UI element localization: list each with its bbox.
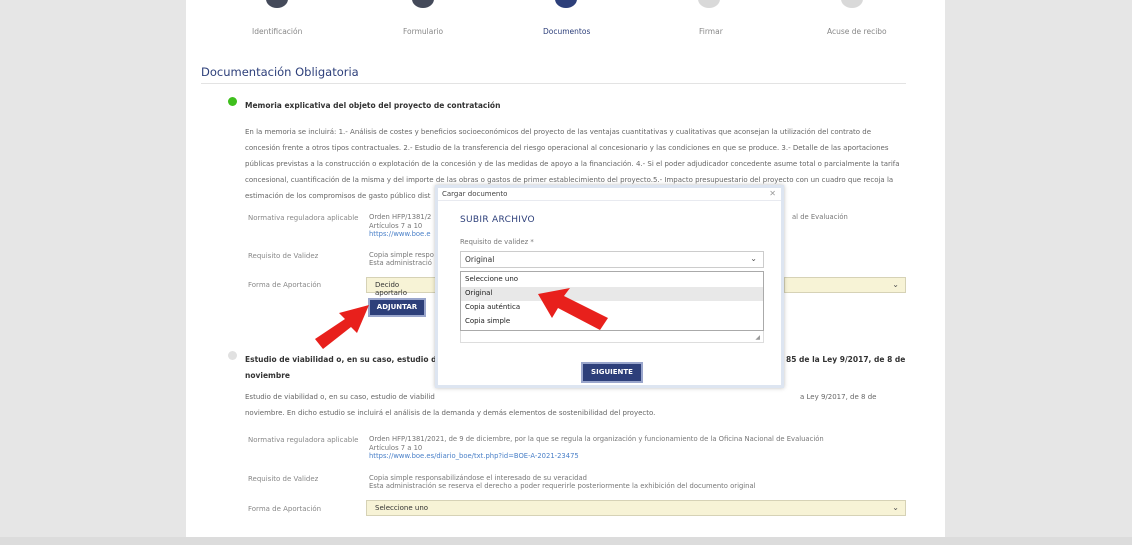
- doc1-forma-label: Forma de Aportación: [248, 281, 322, 289]
- doc1-forma-value: Decido aportarlo: [375, 281, 408, 297]
- adjuntar-button[interactable]: ADJUNTAR: [368, 298, 426, 317]
- siguiente-button[interactable]: SIGUIENTE: [581, 362, 643, 383]
- doc1-requisito-label: Requisito de Validez: [248, 252, 319, 260]
- doc2-normativa-link[interactable]: https://www.boe.es/diario_boe/txt.php?id…: [369, 452, 579, 461]
- step-label-firmar: Firmar: [699, 27, 723, 36]
- doc2-title-left: Estudio de viabilidad o, en su caso, est…: [245, 355, 465, 364]
- doc1-normativa-label: Normativa reguladora aplicable: [248, 214, 359, 222]
- doc2-forma-label: Forma de Aportación: [248, 505, 322, 513]
- chevron-down-icon: ⌄: [892, 503, 899, 512]
- doc2-description-line1: Estudio de viabilidad o, en su caso, est…: [245, 393, 435, 401]
- right-margin: [945, 0, 1132, 545]
- doc2-normativa-label: Normativa reguladora aplicable: [248, 436, 359, 444]
- requisito-validez-select[interactable]: Original ⌄: [460, 251, 764, 268]
- doc2-normativa-value: Orden HFP/1381/2021, de 9 de diciembre, …: [369, 435, 824, 443]
- file-drop-area[interactable]: ◢: [460, 331, 764, 343]
- requisito-validez-label: Requisito de validez *: [460, 238, 534, 246]
- requisito-validez-value: Original: [465, 255, 495, 264]
- modal-header: Cargar documento ✕: [438, 188, 781, 201]
- dropdown-option-copia-simple[interactable]: Copia simple: [461, 315, 763, 329]
- doc1-title: Memoria explicativa del objeto del proye…: [245, 101, 501, 110]
- left-margin: [0, 0, 186, 545]
- close-icon[interactable]: ✕: [769, 189, 776, 198]
- requisito-validez-dropdown: Seleccione uno Original Copia auténtica …: [460, 271, 764, 331]
- modal-header-title: Cargar documento: [442, 190, 508, 198]
- chevron-down-icon: ⌄: [750, 254, 757, 263]
- doc2-title-right: 85 de la Ley 9/2017, de 8 de: [786, 355, 906, 364]
- doc2-forma-value: Seleccione uno: [375, 504, 429, 512]
- step-label-acuse: Acuse de recibo: [827, 27, 887, 36]
- step-label-documentos: Documentos: [543, 27, 591, 36]
- section-title: Documentación Obligatoria: [201, 65, 359, 79]
- doc1-normativa-link[interactable]: https://www.boe.e: [369, 230, 431, 239]
- upload-modal: Cargar documento ✕ SUBIR ARCHIVO Requisi…: [435, 185, 784, 388]
- doc2-requisito-line2: Esta administración se reserva el derech…: [369, 482, 756, 490]
- doc1-normativa-tail: al de Evaluación: [792, 213, 848, 221]
- doc2-requisito-label: Requisito de Validez: [248, 475, 319, 483]
- dropdown-option-seleccione[interactable]: Seleccione uno: [461, 273, 763, 287]
- modal-title: SUBIR ARCHIVO: [460, 215, 535, 225]
- step-label-identificacion: Identificación: [252, 27, 303, 36]
- doc2-title-line2: noviembre: [245, 371, 291, 380]
- doc1-forma-select[interactable]: Decido aportarlo: [366, 277, 436, 297]
- doc1-forma-select-right[interactable]: ⌄: [784, 277, 906, 293]
- dropdown-option-copia-autentica[interactable]: Copia auténtica: [461, 301, 763, 315]
- chevron-down-icon: ⌄: [892, 280, 899, 289]
- bottom-strip: [0, 537, 1132, 545]
- doc2-forma-select[interactable]: Seleccione uno ⌄: [366, 500, 906, 516]
- red-arrow-icon: [538, 288, 608, 330]
- status-pending-icon: [228, 351, 237, 360]
- red-arrow-icon: [315, 305, 369, 349]
- doc2-description-line2: noviembre. En dicho estudio se incluirá …: [245, 409, 656, 417]
- title-divider: [201, 83, 906, 84]
- doc1-requisito-line2: Esta administració: [369, 259, 432, 267]
- doc1-normativa-value: Orden HFP/1381/2: [369, 213, 432, 221]
- doc2-description-tail: a Ley 9/2017, de 8 de: [800, 393, 877, 401]
- status-complete-icon: [228, 97, 237, 106]
- step-label-formulario: Formulario: [403, 27, 444, 36]
- resize-handle-icon: ◢: [755, 334, 760, 341]
- dropdown-option-original[interactable]: Original: [461, 287, 763, 301]
